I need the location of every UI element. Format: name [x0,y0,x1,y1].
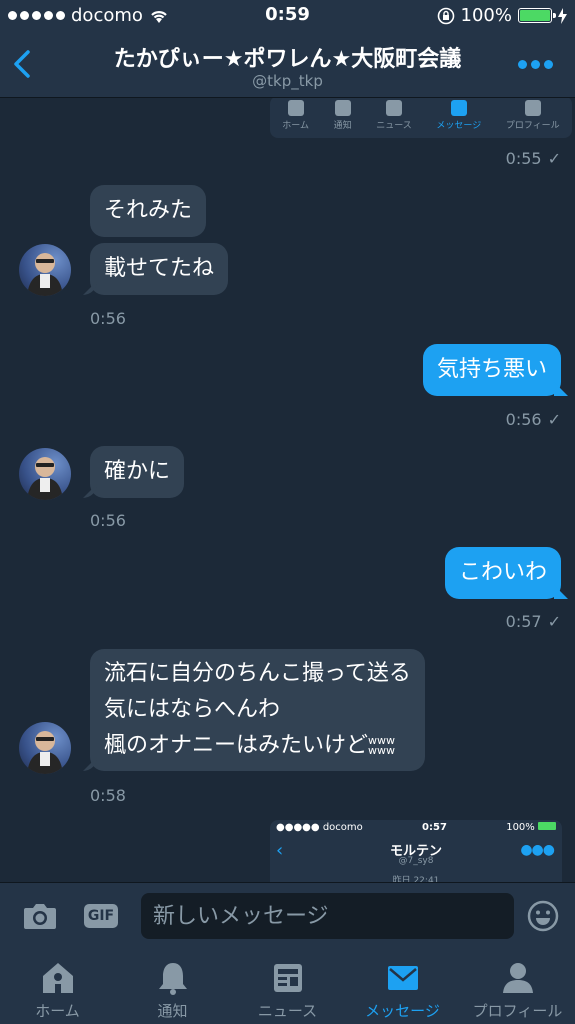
message-timestamp: 0:55 ✓ [505,149,561,168]
read-check-icon: ✓ [547,612,561,631]
embedded-status-bar: ●●●●● docomo 0:57 100% [276,822,556,833]
embedded-tab-home: ホーム [282,100,309,138]
read-check-icon: ✓ [547,149,561,168]
embedded-tab-messages: メッセージ [436,100,481,138]
read-check-icon: ✓ [547,410,561,429]
message-timestamp: 0:56 [90,511,126,530]
tab-profile[interactable]: プロフィール [460,948,575,1024]
embedded-handle: @7_sy8 [398,856,434,866]
embedded-more-icon: ●●● [520,842,555,858]
tab-messages[interactable]: メッセージ [345,948,460,1024]
news-icon [386,100,403,116]
embedded-date-text: 昨日 22:41 [392,876,440,882]
conversation-handle: @tkp_tkp [252,72,323,90]
more-options-icon[interactable] [518,60,553,69]
camera-icon[interactable] [22,901,58,931]
embedded-tab-profile: プロフィール [506,100,560,138]
tab-notifications[interactable]: 通知 [115,948,230,1024]
battery-group: 100% [437,5,567,26]
rotation-lock-icon [437,7,454,24]
envelope-icon [450,100,467,116]
sender-avatar[interactable] [19,448,71,500]
gif-button[interactable]: GIF [84,904,118,928]
news-icon [273,964,302,992]
bottom-tab-bar: ホーム 通知 ニュース メッセージ プロフィール [0,948,575,1024]
message-thread[interactable]: ホーム 通知 ニュース メッセージ プロフィール 0:55 ✓ それみた 載せてた… [0,98,575,882]
outgoing-message[interactable]: こわいわ [444,547,561,599]
incoming-message[interactable]: それみた [90,185,207,237]
sender-avatar[interactable] [19,244,71,296]
charging-icon [558,7,567,24]
tab-news[interactable]: ニュース [230,948,345,1024]
small-laugh-text: www www [368,734,396,757]
message-timestamp: 0:56 [90,309,126,328]
incoming-message[interactable]: 流石に自分のちんこ撮って送る 気にはならへんわ 楓のオナニーはみたいけど www w… [90,649,425,771]
status-bar: docomo 0:59 100% [0,0,575,34]
embedded-screenshot-image[interactable]: ●●●●● docomo 0:57 100% ‹ モルテン @7_sy8 ●●●… [270,820,562,882]
home-icon [42,963,73,993]
embedded-tab-bar: ホーム 通知 ニュース メッセージ プロフィール [270,98,572,138]
bell-icon [334,100,351,116]
embedded-screenshot-image[interactable]: ホーム 通知 ニュース メッセージ プロフィール [270,98,572,138]
bell-icon [158,963,187,995]
message-timestamp: 0:58 [90,786,126,805]
person-icon [524,100,541,116]
battery-icon [518,8,556,23]
incoming-message[interactable]: 載せてたね [90,243,229,295]
embedded-tab-notifications: 通知 [334,100,352,138]
message-timestamp: 0:56 ✓ [505,410,561,429]
person-icon [502,963,533,993]
embedded-tab-news: ニュース [376,100,412,138]
message-composer: GIF [0,882,575,948]
sender-avatar[interactable] [19,722,71,774]
conversation-header: たかぴぃー★ポワレん★大阪町会議 @tkp_tkp [0,34,575,98]
envelope-icon [387,966,418,990]
message-input[interactable] [141,893,514,939]
conversation-title[interactable]: たかぴぃー★ポワレん★大阪町会議 [60,41,515,73]
home-icon [287,100,304,116]
incoming-message[interactable]: 確かに [90,446,185,498]
tab-home[interactable]: ホーム [0,948,115,1024]
battery-percent: 100% [460,5,512,26]
emoji-smile-icon[interactable] [527,900,559,932]
outgoing-message[interactable]: 気持ち悪い [422,344,561,396]
message-timestamp: 0:57 ✓ [505,612,561,631]
back-chevron-icon[interactable] [8,46,38,82]
